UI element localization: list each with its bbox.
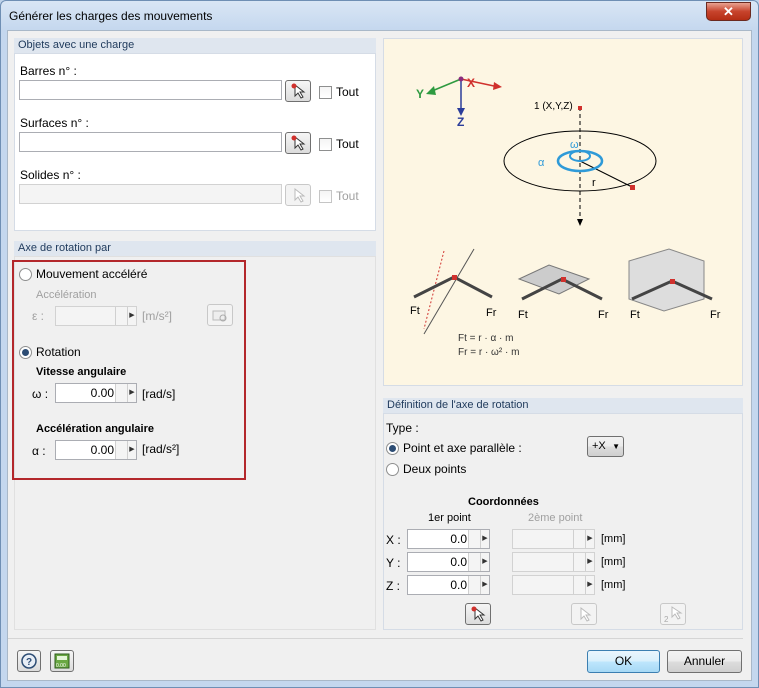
surfaces-tout-checkbox[interactable]: [319, 138, 332, 151]
z-label: Z :: [386, 579, 400, 593]
surfaces-tout-label: Tout: [336, 137, 359, 151]
objets-header: Objets avec une charge: [14, 38, 376, 53]
p1-pick-button[interactable]: [465, 603, 491, 625]
svg-text:2: 2: [664, 615, 669, 624]
solides-pick-button[interactable]: [285, 184, 311, 206]
solides-tout-checkbox[interactable]: [319, 190, 332, 203]
ft-label-3: Ft: [630, 309, 640, 321]
axis-y-label: Y: [416, 87, 425, 101]
calculator-icon: 0.00: [54, 653, 70, 669]
spin-right-arrow[interactable]: ▶: [585, 553, 594, 571]
pick-cursor-icon: [294, 187, 306, 203]
pick-cursor-icon: [291, 135, 306, 151]
point-axe-radio[interactable]: [386, 442, 399, 455]
deux-points-label: Deux points: [403, 462, 467, 476]
barres-tout-label: Tout: [336, 85, 359, 99]
spin-right-arrow[interactable]: ▶: [480, 576, 489, 594]
chevron-down-icon: ▼: [612, 442, 620, 451]
pick-cursor-icon: [291, 83, 306, 99]
window-title: Générer les charges des mouvements: [9, 9, 213, 23]
cancel-button[interactable]: Annuler: [667, 650, 742, 673]
z1-value: 0.0: [450, 578, 467, 592]
x1-spinner[interactable]: 0.0 ▶: [407, 529, 490, 549]
pick-two-points-icon: 2: [664, 606, 683, 624]
y-unit: [mm]: [601, 556, 626, 568]
footer-separator: [8, 638, 743, 639]
barres-input[interactable]: [19, 80, 282, 100]
coords-label: Coordonnées: [468, 496, 539, 508]
ft-label-1: Ft: [410, 305, 420, 317]
spin-right-arrow[interactable]: ▶: [480, 530, 489, 548]
p2-label: 2ème point: [528, 512, 583, 524]
pick-cursor-icon: [471, 606, 486, 622]
axis-x-label: X: [467, 76, 476, 90]
illustration-panel: X Y Z 1 (X,Y,Z) ω α r Ft Fr Ft Fr Ft Fr …: [383, 38, 743, 386]
solides-label: Solides n° :: [20, 168, 81, 182]
y-label: Y :: [386, 556, 401, 570]
deux-points-radio[interactable]: [386, 463, 399, 476]
r-symbol: r: [592, 177, 596, 189]
ok-button[interactable]: OK: [587, 650, 660, 673]
fr-label-1: Fr: [486, 307, 497, 319]
ft-label-2: Ft: [518, 309, 528, 321]
svg-text:?: ?: [26, 657, 32, 668]
barres-tout-checkbox[interactable]: [319, 86, 332, 99]
axis-select-value: +X: [592, 440, 606, 452]
pick-cursor-icon: [580, 606, 592, 622]
formula-ft: Ft = r · α · m: [458, 333, 514, 344]
rotation-diagram: [413, 76, 713, 335]
spin-arrows[interactable]: [468, 553, 480, 571]
axis-z-label: Z: [457, 115, 465, 129]
help-button[interactable]: ?: [17, 650, 41, 672]
highlight-frame: [12, 260, 246, 480]
p2-pick-button[interactable]: [571, 603, 597, 625]
spin-arrows[interactable]: [468, 530, 480, 548]
type-label: Type :: [386, 421, 419, 435]
z2-spinner[interactable]: ▶: [512, 575, 595, 595]
barres-label: Barres n° :: [20, 64, 77, 78]
fr-label-3: Fr: [710, 309, 721, 321]
x1-value: 0.0: [450, 532, 467, 546]
spin-arrows[interactable]: [573, 530, 585, 548]
spin-arrows[interactable]: [468, 576, 480, 594]
p1-label: 1er point: [428, 512, 471, 524]
axe-header: Axe de rotation par: [14, 241, 376, 256]
svg-text:0.00: 0.00: [56, 663, 66, 669]
two-points-pick-button[interactable]: 2: [660, 603, 686, 625]
spin-right-arrow[interactable]: ▶: [585, 576, 594, 594]
point-label: 1 (X,Y,Z): [534, 101, 573, 112]
spin-arrows[interactable]: [573, 553, 585, 571]
x-unit: [mm]: [601, 533, 626, 545]
axis-select[interactable]: +X ▼: [587, 436, 624, 457]
surfaces-input[interactable]: [19, 132, 282, 152]
spin-right-arrow[interactable]: ▶: [480, 553, 489, 571]
fr-label-2: Fr: [598, 309, 609, 321]
spin-arrows[interactable]: [573, 576, 585, 594]
z1-spinner[interactable]: 0.0 ▶: [407, 575, 490, 595]
alpha-symbol: α: [538, 157, 545, 169]
x-label: X :: [386, 533, 401, 547]
barres-pick-button[interactable]: [285, 80, 311, 102]
omega-symbol: ω: [570, 139, 579, 151]
surfaces-pick-button[interactable]: [285, 132, 311, 154]
close-button[interactable]: ✕: [706, 2, 751, 21]
z-unit: [mm]: [601, 579, 626, 591]
help-icon: ?: [21, 653, 37, 669]
units-button[interactable]: 0.00: [50, 650, 74, 672]
definition-header: Définition de l'axe de rotation: [383, 398, 743, 413]
y1-spinner[interactable]: 0.0 ▶: [407, 552, 490, 572]
y1-value: 0.0: [450, 555, 467, 569]
surfaces-label: Surfaces n° :: [20, 116, 89, 130]
solides-tout-label: Tout: [336, 189, 359, 203]
y2-spinner[interactable]: ▶: [512, 552, 595, 572]
spin-right-arrow[interactable]: ▶: [585, 530, 594, 548]
solides-input[interactable]: [19, 184, 282, 204]
formula-fr: Fr = r · ω² · m: [458, 347, 520, 358]
point-axe-label: Point et axe parallèle :: [403, 441, 522, 455]
x2-spinner[interactable]: ▶: [512, 529, 595, 549]
